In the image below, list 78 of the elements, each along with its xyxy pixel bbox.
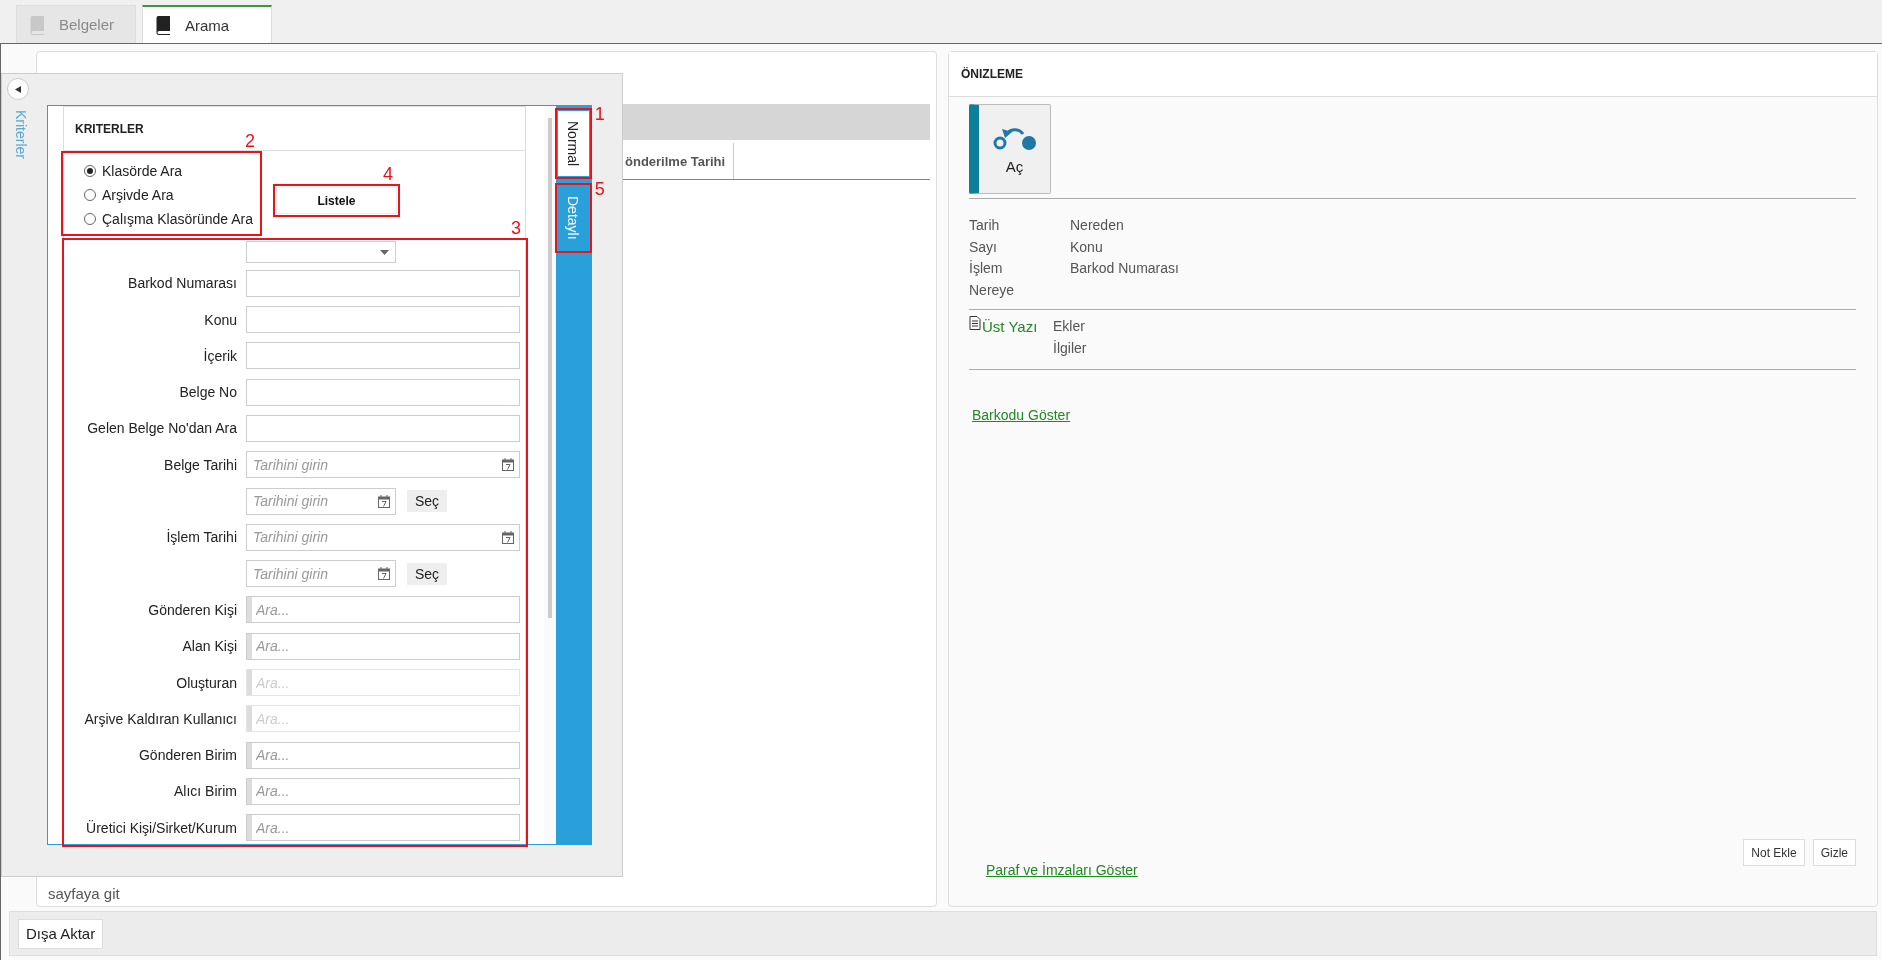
annotation-number: 1 (594, 105, 606, 123)
action-button[interactable]: Not Ekle (1743, 839, 1805, 866)
radio-label[interactable]: Çalışma Klasöründe Ara (102, 211, 253, 227)
date-field[interactable]: Tarihini girin (246, 560, 396, 588)
radio-label[interactable]: Arşivde Ara (102, 187, 174, 203)
date-field[interactable]: Tarihini girin (246, 487, 396, 515)
field-label: Alan Kişi (181, 638, 237, 655)
input-field[interactable] (246, 342, 520, 370)
signatures-link[interactable]: Paraf ve İmzaları Göster (986, 862, 1138, 878)
panel-title: ÖNIZLEME (949, 52, 1877, 97)
info-label: İşlem (969, 259, 1004, 278)
field-handle (247, 742, 252, 768)
field-label: Oluşturan (175, 674, 237, 691)
info-label: Barkod Numarası (1070, 259, 1180, 278)
text-input[interactable]: Tarihini girin (247, 488, 378, 514)
field-label: Üretici Kişi/Sirket/Kurum (85, 819, 237, 836)
annotation-number: 5 (594, 180, 606, 199)
select-button[interactable]: Seç (407, 562, 448, 585)
field-handle (247, 815, 252, 841)
field-label: Gelen Belge No'dan Ara (86, 420, 237, 437)
book-icon (155, 15, 171, 35)
input-field[interactable] (246, 415, 520, 442)
calendar-icon[interactable] (378, 494, 390, 508)
calendar-icon[interactable] (502, 458, 514, 472)
field-handle (247, 706, 252, 732)
info-label: Konu (1070, 237, 1104, 257)
annotation-number: 3 (511, 219, 521, 237)
info-label: Nereye (969, 280, 1016, 300)
field-label: Belge No (178, 384, 237, 401)
annotation-box (554, 183, 592, 253)
field-label: Gönderen Birim (137, 747, 237, 764)
field-label: Gönderen Kişi (147, 601, 237, 618)
field-handle (247, 778, 252, 804)
field-label: Arşive Kaldıran Kullanıcı (83, 710, 237, 727)
text-input[interactable]: Tarihini girin (247, 561, 378, 587)
list-button[interactable]: Listele (275, 187, 397, 214)
field-label: Belge Tarihi (163, 456, 237, 473)
input-field[interactable] (246, 378, 520, 406)
field-label: Alıcı Birim (173, 783, 237, 800)
field-handle (247, 597, 252, 623)
field-label: Konu (203, 311, 237, 328)
radio-label[interactable]: Klasörde Ara (102, 163, 183, 179)
attachment-label: Ekler (1053, 317, 1086, 336)
info-label: Tarih (969, 216, 1001, 235)
select-button[interactable]: Seç (407, 490, 448, 513)
field-handle (247, 633, 252, 659)
main-document-link[interactable]: Üst Yazı (982, 316, 1038, 338)
scrollbar[interactable] (544, 106, 556, 844)
document-icon (969, 316, 981, 330)
field-label: Barkod Numarası (127, 275, 237, 292)
export-button[interactable]: Dışa Aktar (18, 918, 104, 949)
barcode-link[interactable]: Barkodu Göster (972, 407, 1856, 423)
triangle-icon (15, 85, 21, 93)
calendar-icon[interactable] (378, 567, 390, 581)
input-field[interactable] (246, 269, 520, 297)
open-button[interactable]: Aç (969, 104, 1051, 194)
dropdown-field[interactable] (246, 241, 396, 263)
input-field[interactable] (246, 306, 520, 334)
pager-text: sayfaya git (48, 885, 120, 902)
caret-icon (380, 249, 389, 255)
collapse-button[interactable] (7, 78, 29, 100)
book-icon (29, 14, 45, 35)
annotation-box (554, 108, 592, 180)
field-label: İşlem Tarihi (165, 529, 237, 546)
annotation-number: 2 (244, 132, 255, 150)
action-button[interactable]: Gizle (1812, 839, 1856, 866)
attachment-label: İlgiler (1053, 338, 1088, 358)
radio-button[interactable] (84, 189, 96, 201)
tab[interactable]: Arama (142, 5, 272, 43)
radio-button[interactable] (84, 165, 96, 177)
info-label: Nereden (1070, 216, 1125, 235)
field-handle (247, 670, 252, 696)
info-label: Sayı (969, 237, 998, 257)
field-label: İçerik (202, 347, 237, 364)
mode-tab[interactable]: Normal (557, 111, 589, 177)
calendar-icon[interactable] (502, 530, 514, 544)
annotation-number: 4 (382, 165, 393, 183)
radio-button[interactable] (84, 213, 96, 225)
